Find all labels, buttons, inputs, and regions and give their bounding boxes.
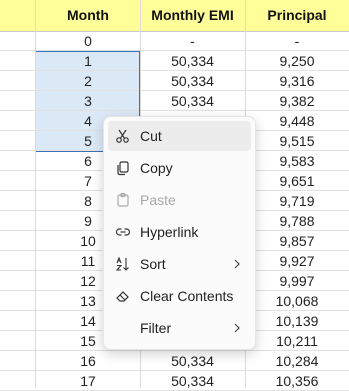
copy-icon [114,159,132,177]
table-row: 0-- [0,31,349,51]
cell-principal[interactable]: 9,448 [245,111,349,131]
chevron-right-icon [231,321,243,337]
menu-item-clear-contents[interactable]: Clear Contents [108,281,251,311]
clipboard-icon [114,191,132,209]
scissors-icon [114,127,132,145]
cell-principal[interactable]: 9,997 [245,271,349,291]
cell-principal[interactable]: 9,651 [245,171,349,191]
column-divider [35,0,36,388]
context-menu: Cut Copy Paste Hyperlink Sort Clear Cont… [103,116,256,350]
menu-item-label: Filter [140,320,172,336]
column-header-monthly-emi[interactable]: Monthly EMI [140,0,245,31]
cell-principal[interactable]: - [245,31,349,51]
eraser-icon [114,287,132,305]
cell-monthly-emi[interactable]: 50,334 [140,71,245,91]
table-row: 17 50,334 10,356 [0,371,349,391]
menu-item-paste[interactable]: Paste [108,185,251,215]
cell-principal[interactable]: 9,382 [245,91,349,111]
cell-principal[interactable]: 9,583 [245,151,349,171]
cell-monthly-emi[interactable]: - [140,31,245,51]
menu-item-hyperlink[interactable]: Hyperlink [108,217,251,247]
cell-month[interactable]: 0 [36,31,140,51]
cell-principal[interactable]: 10,139 [245,311,349,331]
cell-principal[interactable]: 9,515 [245,131,349,151]
cell-monthly-emi[interactable]: 50,334 [140,91,245,111]
cell-monthly-emi[interactable]: 50,334 [140,351,245,371]
cell-principal[interactable]: 9,316 [245,71,349,91]
menu-item-label: Paste [140,192,176,208]
cell-principal[interactable]: 9,927 [245,251,349,271]
menu-item-label: Hyperlink [140,224,199,240]
cell-principal[interactable]: 10,356 [245,371,349,391]
menu-item-label: Sort [140,256,166,272]
cell-principal[interactable]: 9,250 [245,51,349,71]
cell-principal[interactable]: 10,068 [245,291,349,311]
menu-item-label: Copy [140,160,173,176]
cell-month[interactable]: 16 [36,351,140,371]
column-header-principal[interactable]: Principal [245,0,349,31]
column-header-month[interactable]: Month [36,0,140,31]
menu-item-label: Cut [140,128,162,144]
blank-icon-slot [114,319,132,337]
cell-principal[interactable]: 10,284 [245,351,349,371]
cell-principal[interactable]: 9,788 [245,211,349,231]
menu-item-cut[interactable]: Cut [108,121,251,151]
link-icon [114,223,132,241]
cell-principal[interactable]: 10,211 [245,331,349,351]
menu-item-label: Clear Contents [140,288,234,304]
cell-month[interactable]: 17 [36,371,140,391]
chevron-right-icon [231,257,243,273]
header-row: Month Monthly EMI Principal [0,0,349,32]
cell-principal[interactable]: 9,719 [245,191,349,211]
menu-item-copy[interactable]: Copy [108,153,251,183]
cell-monthly-emi[interactable]: 50,334 [140,371,245,391]
table-row: 16 50,334 10,284 [0,351,349,371]
cell-monthly-emi[interactable]: 50,334 [140,51,245,71]
cell-principal[interactable]: 9,857 [245,231,349,251]
sort-icon [114,255,132,273]
menu-item-sort[interactable]: Sort [108,249,251,279]
menu-item-filter[interactable]: Filter [108,313,251,343]
